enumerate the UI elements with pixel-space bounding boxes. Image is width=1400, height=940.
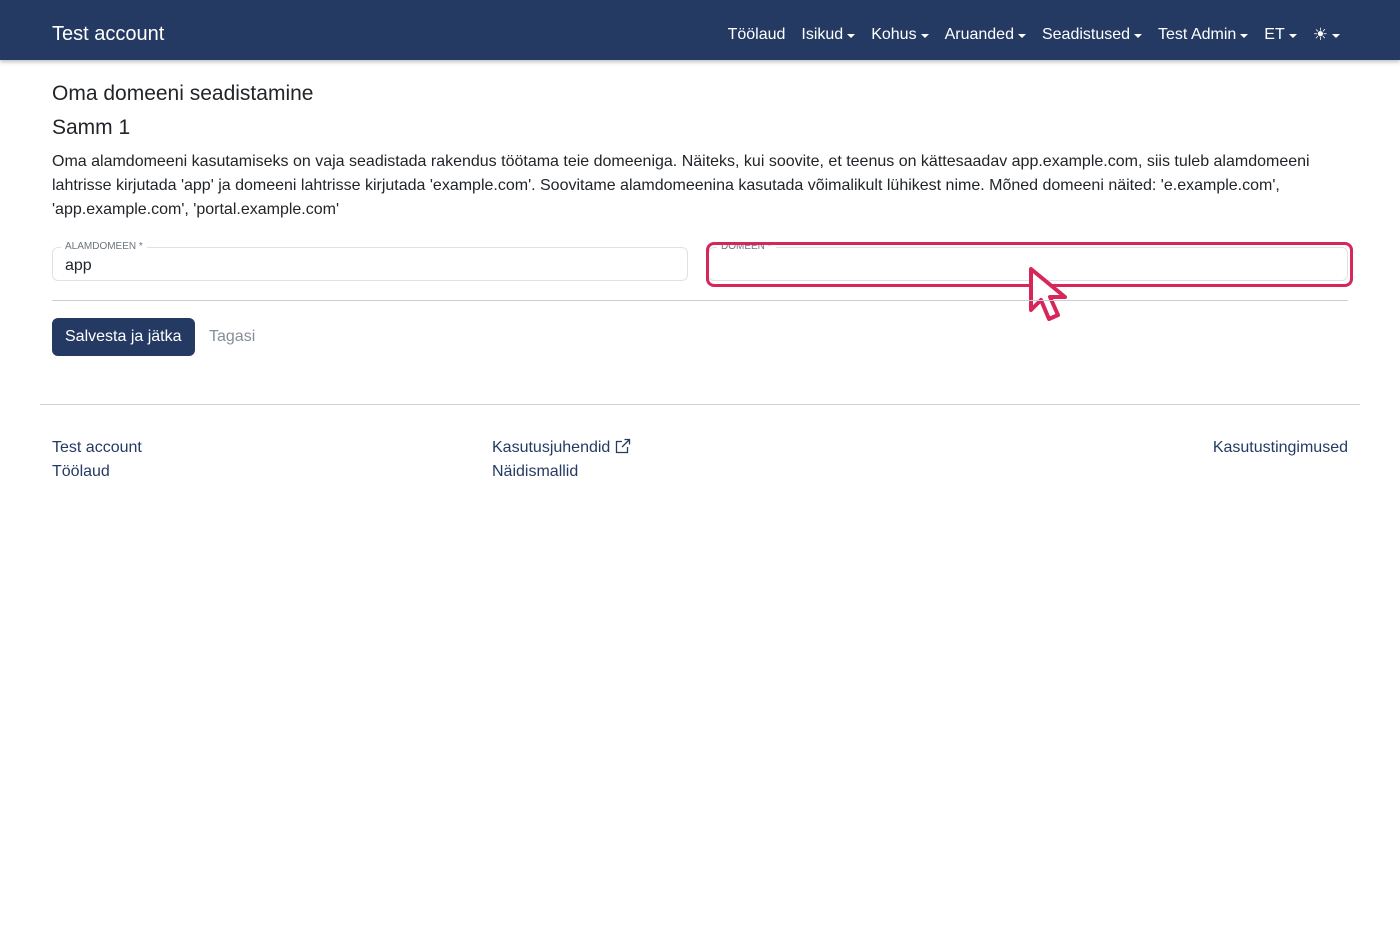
- back-button[interactable]: Tagasi: [209, 318, 255, 356]
- nav-item-label: Isikud: [801, 26, 844, 43]
- nav-item-label: Töölaud: [727, 26, 786, 43]
- save-continue-button[interactable]: Salvesta ja jätka: [52, 318, 195, 356]
- footer-divider: [40, 404, 1360, 405]
- step-title: Samm 1: [52, 116, 131, 139]
- caret-down-icon: [1240, 34, 1249, 38]
- nav-item-theme[interactable]: ☀: [1313, 24, 1340, 46]
- caret-down-icon: [1017, 34, 1026, 38]
- nav-item-user[interactable]: Test Admin: [1158, 24, 1249, 46]
- nav-menu: Töölaud Isikud Kohus Aruanded Seadistuse…: [728, 24, 1340, 46]
- nav-item-label: Kohus: [871, 26, 917, 43]
- caret-down-icon: [1134, 34, 1143, 38]
- nav-item-kohus[interactable]: Kohus: [871, 24, 929, 46]
- nav-item-aruanded[interactable]: Aruanded: [945, 24, 1026, 46]
- page-title: Oma domeeni seadistamine: [52, 82, 314, 105]
- caret-down-icon: [1332, 34, 1340, 38]
- domain-field: DOMEEN *: [708, 241, 1348, 281]
- footer-link-account[interactable]: Test account: [52, 438, 142, 458]
- nav-item-seadistused[interactable]: Seadistused: [1041, 24, 1143, 46]
- footer-link-toolaud[interactable]: Töölaud: [52, 462, 110, 482]
- subdomain-field: ALAMDOMEEN *: [52, 241, 688, 281]
- form-divider: [52, 300, 1348, 301]
- domain-label: DOMEEN *: [717, 241, 776, 253]
- step-description: Oma alamdomeeni kasutamiseks on vaja sea…: [52, 153, 1310, 218]
- nav-item-label: Test Admin: [1158, 26, 1237, 43]
- brand-link[interactable]: Test account: [52, 21, 164, 47]
- caret-down-icon: [920, 34, 929, 38]
- subdomain-input[interactable]: [53, 248, 687, 280]
- caret-down-icon: [1288, 34, 1297, 38]
- nav-item-label: ET: [1264, 26, 1285, 43]
- sun-icon: ☀: [1312, 25, 1328, 44]
- footer-link-templates[interactable]: Näidismallid: [492, 462, 578, 482]
- nav-item-toolaud[interactable]: Töölaud: [728, 24, 786, 46]
- top-navbar: Test account Töölaud Isikud Kohus Aruand…: [0, 0, 1400, 60]
- footer-link-guides[interactable]: Kasutusjuhendid: [492, 438, 610, 458]
- nav-item-language[interactable]: ET: [1264, 24, 1297, 46]
- nav-item-isikud[interactable]: Isikud: [801, 24, 856, 46]
- nav-item-label: Aruanded: [944, 26, 1014, 43]
- nav-item-label: Seadistused: [1041, 26, 1131, 43]
- caret-down-icon: [847, 34, 856, 38]
- subdomain-label: ALAMDOMEEN *: [61, 241, 147, 253]
- domain-input[interactable]: [709, 248, 1347, 280]
- external-link-icon: [615, 438, 631, 454]
- footer-link-terms[interactable]: Kasutustingimused: [1213, 438, 1348, 458]
